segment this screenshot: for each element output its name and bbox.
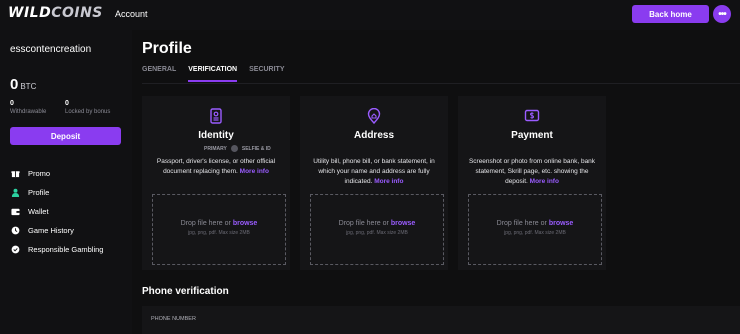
locked-stat: 0 Locked by bonus: [65, 100, 110, 115]
dropzone-label: Drop file here or: [338, 220, 389, 227]
dropzone-label: Drop file here or: [180, 220, 231, 227]
more-menu-button[interactable]: •••: [713, 5, 731, 23]
sidebar-item-promo[interactable]: Promo: [10, 164, 125, 183]
logo-wild: WILD: [8, 5, 52, 21]
withdrawable-value: 0: [10, 100, 14, 107]
location-icon: [366, 107, 382, 125]
browse-link[interactable]: browse: [233, 220, 258, 227]
card-title: Address: [353, 130, 394, 141]
more-info-link[interactable]: More info: [240, 168, 269, 175]
more-info-link[interactable]: More info: [374, 178, 403, 185]
toggle-dot-icon[interactable]: [230, 145, 238, 152]
sidebar-menu: Promo Profile Wallet Game History Respon…: [10, 164, 125, 259]
subtab-primary[interactable]: PRIMARY: [204, 146, 227, 152]
top-bar: WILDCOINS Account Back home •••: [0, 0, 740, 30]
card-title: Identity: [198, 130, 234, 141]
profile-tabs: GENERAL VERIFICATION SECURITY: [142, 66, 285, 82]
wallet-icon: [10, 207, 20, 217]
payment-card-icon: [524, 108, 540, 124]
browse-link[interactable]: browse: [549, 220, 574, 227]
shield-icon: [10, 245, 20, 255]
locked-value: 0: [65, 100, 69, 107]
sidebar: esscontencreation 0 BTC 0 Withdrawable 0 …: [0, 30, 132, 334]
sidebar-item-label: Responsible Gambling: [28, 245, 104, 254]
card-title: Payment: [511, 130, 553, 141]
sidebar-item-profile[interactable]: Profile: [10, 183, 125, 202]
tab-divider: [142, 83, 740, 84]
withdrawable-stat: 0 Withdrawable: [10, 100, 46, 115]
sidebar-item-wallet[interactable]: Wallet: [10, 202, 125, 221]
dropzone-formats: jpg, png, pdf. Max size 2MB: [188, 230, 250, 236]
more-info-link[interactable]: More info: [530, 178, 559, 185]
dropzone-text: Drop file here or browse: [153, 220, 285, 227]
phone-number-label: PHONE NUMBER: [151, 316, 196, 322]
username: esscontencreation: [10, 44, 92, 55]
payment-dropzone[interactable]: Drop file here or browse jpg, png, pdf. …: [468, 194, 602, 265]
sidebar-item-label: Promo: [28, 169, 51, 178]
tab-general[interactable]: GENERAL: [142, 66, 176, 82]
sidebar-item-label: Wallet: [28, 207, 49, 216]
id-document-icon: [208, 108, 224, 124]
address-dropzone[interactable]: Drop file here or browse jpg, png, pdf. …: [310, 194, 444, 265]
tab-verification[interactable]: VERIFICATION: [188, 66, 238, 82]
history-icon: [10, 226, 20, 236]
logo[interactable]: WILDCOINS: [8, 5, 103, 21]
tab-security[interactable]: SECURITY: [249, 66, 284, 82]
payment-card: Payment Screenshot or photo from online …: [458, 96, 606, 270]
dropzone-text: Drop file here or browse: [311, 220, 443, 227]
phone-verification-panel: PHONE NUMBER: [142, 306, 740, 334]
dropzone-formats: jpg, png, pdf. Max size 2MB: [346, 230, 408, 236]
sidebar-item-game-history[interactable]: Game History: [10, 221, 125, 240]
sidebar-item-label: Profile: [28, 188, 50, 197]
nav-account-link[interactable]: Account: [115, 9, 148, 19]
phone-verification-title: Phone verification: [142, 286, 229, 297]
deposit-button[interactable]: Deposit: [10, 127, 121, 145]
dropzone-label: Drop file here or: [496, 220, 547, 227]
address-card: Address Utility bill, phone bill, or ban…: [300, 96, 448, 270]
identity-card: Identity PRIMARY SELFIE & ID Passport, d…: [142, 96, 290, 270]
balance-value: 0: [10, 76, 19, 93]
dropzone-formats: jpg, png, pdf. Max size 2MB: [504, 230, 566, 236]
card-description: Utility bill, phone bill, or bank statem…: [306, 157, 442, 187]
identity-dropzone[interactable]: Drop file here or browse jpg, png, pdf. …: [152, 194, 286, 265]
withdrawable-label: Withdrawable: [10, 109, 47, 115]
back-home-button[interactable]: Back home: [632, 5, 709, 23]
page-title: Profile: [142, 40, 192, 57]
sidebar-item-label: Game History: [28, 226, 74, 235]
logo-coins: COINS: [51, 5, 103, 21]
card-description: Passport, driver's license, or other off…: [148, 157, 284, 177]
subtab-selfie[interactable]: SELFIE & ID: [242, 146, 271, 152]
locked-label: Locked by bonus: [65, 109, 111, 115]
browse-link[interactable]: browse: [391, 220, 416, 227]
balance-currency: BTC: [20, 82, 37, 91]
card-description: Screenshot or photo from online bank, ba…: [464, 157, 600, 187]
promo-icon: [10, 169, 20, 179]
balance: 0 BTC: [10, 76, 36, 93]
sidebar-item-responsible-gambling[interactable]: Responsible Gambling: [10, 240, 125, 259]
user-icon: [10, 188, 20, 198]
dropzone-text: Drop file here or browse: [469, 220, 601, 227]
identity-subtabs: PRIMARY SELFIE & ID: [204, 145, 271, 152]
